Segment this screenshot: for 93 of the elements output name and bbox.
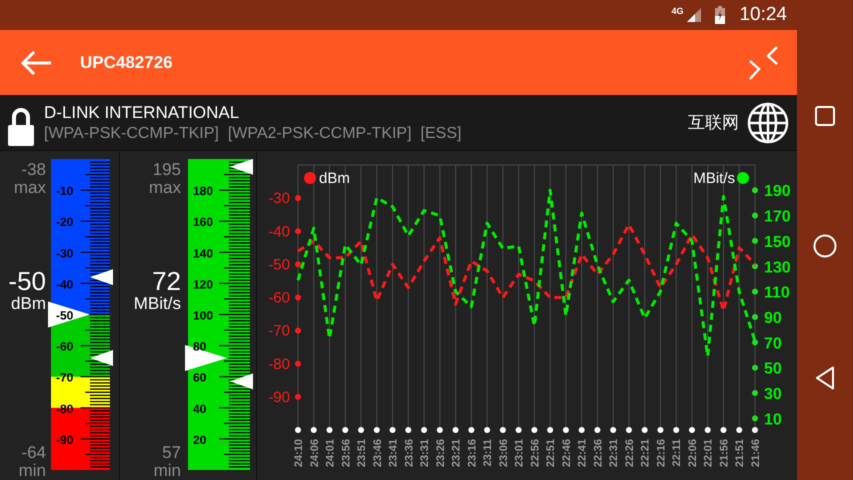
min-value: 57 <box>162 444 181 462</box>
axis-label: 50 <box>764 360 782 378</box>
scale-label: 60 <box>193 370 206 385</box>
time-label: 21:51 <box>734 439 746 468</box>
scale-label: 180 <box>193 184 214 198</box>
max-label: max <box>148 179 181 197</box>
axis-label: -30 <box>268 190 290 208</box>
time-label: 22:36 <box>592 439 604 468</box>
security-tag: [WPA2-PSK-CCMP-TKIP] <box>228 124 412 142</box>
axis-label: 30 <box>764 386 782 404</box>
max-value: -38 <box>21 161 46 179</box>
scale-label: 140 <box>193 246 214 260</box>
axis-label: 110 <box>764 284 790 302</box>
max-label: max <box>14 179 46 197</box>
min-label: min <box>18 462 46 480</box>
time-label: 22:01 <box>702 439 715 468</box>
time-label: 23:21 <box>450 439 463 468</box>
legend-label: MBit/s <box>693 170 735 187</box>
axis-label: 130 <box>764 259 791 276</box>
time-label: 22:26 <box>624 439 636 468</box>
axis-label: 190 <box>764 183 791 200</box>
time-label: 22:06 <box>686 439 699 468</box>
time-label: 24:10 <box>293 439 305 468</box>
time-label: 22:56 <box>529 439 542 468</box>
scale-label: -20 <box>56 215 74 230</box>
time-label: 24:06 <box>308 439 321 468</box>
axis-label: 170 <box>764 208 791 226</box>
scale-label: -50 <box>56 308 74 322</box>
security-tag: [ESS] <box>420 124 462 142</box>
lock-icon <box>8 106 34 146</box>
network-ssid: UPC482726 <box>80 52 174 72</box>
axis-label: -50 <box>268 256 290 274</box>
scale-label: 100 <box>193 308 214 322</box>
globe-icon <box>747 102 789 144</box>
scale-label: 160 <box>193 215 214 230</box>
time-label: 21:56 <box>718 439 730 468</box>
signal-icon <box>687 8 702 22</box>
scale-label: -30 <box>56 246 74 260</box>
axis-label: -90 <box>268 388 290 406</box>
clock: 10:24 <box>739 4 787 26</box>
unit-label: MBit/s <box>134 294 181 313</box>
scale-label: -90 <box>56 432 74 447</box>
time-label: 23:26 <box>434 439 447 468</box>
scale-label: -10 <box>56 184 74 198</box>
time-label: 23:46 <box>372 439 384 468</box>
time-label: 22:21 <box>640 439 652 468</box>
scale-label: 80 <box>193 340 206 354</box>
collapse-icon[interactable] <box>749 44 779 80</box>
time-label: 22:46 <box>560 439 573 468</box>
time-label: 22:11 <box>671 439 684 467</box>
current-value: -50 <box>8 266 46 295</box>
connectivity-label: 互联网 <box>688 112 739 134</box>
scale-label: 40 <box>193 402 206 416</box>
time-label: 22:51 <box>545 439 558 468</box>
time-label: 23:41 <box>388 439 400 468</box>
axis-label: -70 <box>268 322 290 340</box>
time-label: 23:16 <box>466 439 478 468</box>
network-name: D-LINK INTERNATIONAL <box>44 102 240 122</box>
recents-icon[interactable] <box>815 106 835 126</box>
time-label: 22:41 <box>576 439 589 468</box>
time-label: 23:11 <box>482 439 494 467</box>
security-tag: [WPA-PSK-CCMP-TKIP] <box>44 124 219 142</box>
max-value: 195 <box>152 161 181 179</box>
axis-label: 70 <box>764 335 782 352</box>
current-value: 72 <box>152 266 181 295</box>
home-icon[interactable] <box>813 234 837 258</box>
axis-label: 150 <box>764 234 791 251</box>
time-label: 24:01 <box>324 439 337 468</box>
axis-label: 90 <box>764 310 782 327</box>
scale-label: 120 <box>193 277 214 292</box>
time-label: 23:56 <box>340 439 352 468</box>
min-label: min <box>154 462 181 480</box>
time-label: 22:31 <box>608 439 620 468</box>
axis-label: -80 <box>268 356 290 373</box>
axis-label: -60 <box>268 290 290 306</box>
network-type: 4G <box>671 6 684 16</box>
axis-label: -40 <box>268 223 290 240</box>
time-label: 23:51 <box>356 439 368 468</box>
time-label: 23:31 <box>419 439 432 468</box>
scale-label: -60 <box>56 340 74 354</box>
time-label: 23:36 <box>403 439 416 468</box>
time-label: 23:01 <box>514 439 526 468</box>
back-icon[interactable] <box>815 366 835 390</box>
time-label: 22:16 <box>655 439 668 468</box>
battery-icon <box>715 6 726 24</box>
scale-label: -40 <box>56 277 74 292</box>
time-label: 21:46 <box>750 439 762 468</box>
axis-label: 10 <box>764 411 782 428</box>
min-value: -64 <box>21 444 46 462</box>
time-label: 23:06 <box>498 439 510 468</box>
unit-label: dBm <box>11 294 46 313</box>
legend-label: dBm <box>319 170 350 187</box>
scale-label: 20 <box>193 432 206 447</box>
